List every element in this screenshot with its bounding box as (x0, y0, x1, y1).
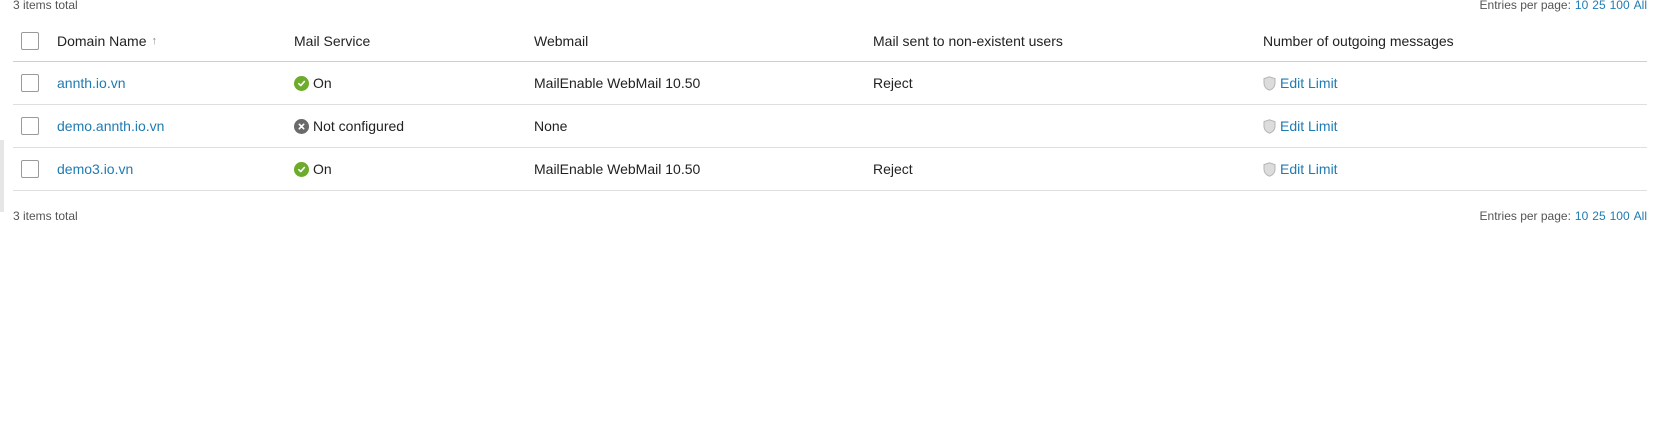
left-edge-handle[interactable] (0, 140, 4, 212)
entries-option-10[interactable]: 10 (1575, 209, 1588, 223)
webmail-value: MailEnable WebMail 10.50 (534, 75, 701, 91)
column-header-mail-service: Mail Service (294, 32, 371, 49)
domain-link[interactable]: demo3.io.vn (57, 161, 133, 177)
edit-limit-link[interactable]: Edit Limit (1263, 105, 1338, 147)
entries-option-25[interactable]: 25 (1592, 0, 1605, 12)
check-circle-icon (294, 161, 309, 177)
check-circle-icon (294, 75, 309, 91)
mail-service-label: On (313, 75, 332, 91)
domain-link[interactable]: demo.annth.io.vn (57, 118, 164, 134)
column-header-webmail: Webmail (534, 32, 589, 49)
row-checkbox[interactable] (21, 117, 39, 135)
row-checkbox[interactable] (21, 160, 39, 178)
entries-per-page: Entries per page: 10 25 100 All (1480, 209, 1647, 223)
domain-link[interactable]: annth.io.vn (57, 75, 126, 91)
x-circle-icon (294, 118, 309, 134)
shield-icon (1263, 75, 1276, 91)
entries-per-page-label: Entries per page: (1479, 209, 1571, 223)
edit-limit-label[interactable]: Edit Limit (1280, 161, 1338, 177)
mail-service-label: On (313, 161, 332, 177)
entries-per-page: Entries per page: 10 25 100 All (1480, 0, 1647, 12)
list-summary-bottom: 3 items total Entries per page: 10 25 10… (13, 208, 1647, 224)
items-total-label: 3 items total (13, 0, 78, 12)
entries-per-page-label: Entries per page: (1479, 0, 1571, 12)
edit-limit-label[interactable]: Edit Limit (1280, 75, 1338, 91)
column-header-nonexistent-users: Mail sent to non-existent users (873, 32, 1063, 49)
row-checkbox[interactable] (21, 74, 39, 92)
table-row: demo3.io.vn On MailEnable WebMail 10.50 … (13, 148, 1647, 191)
entries-option-100[interactable]: 100 (1610, 0, 1630, 12)
mail-service-label: Not configured (313, 118, 405, 134)
domains-table: Domain Name ↑ Mail Service Webmail Mail … (13, 20, 1647, 191)
column-header-domain-label: Domain Name (57, 32, 147, 49)
select-all-checkbox[interactable] (21, 31, 39, 50)
mail-service-status: On (294, 148, 332, 190)
mail-service-status: Not configured (294, 105, 404, 147)
edit-limit-link[interactable]: Edit Limit (1263, 148, 1338, 190)
entries-option-10[interactable]: 10 (1575, 0, 1588, 12)
table-row: demo.annth.io.vn Not configured None Edi… (13, 105, 1647, 148)
webmail-value: None (534, 118, 568, 134)
shield-icon (1263, 161, 1276, 177)
table-row: annth.io.vn On MailEnable WebMail 10.50 … (13, 62, 1647, 105)
entries-option-25[interactable]: 25 (1592, 209, 1605, 223)
table-header-row: Domain Name ↑ Mail Service Webmail Mail … (13, 20, 1647, 62)
list-summary-top: 3 items total Entries per page: 10 25 10… (13, 0, 1647, 13)
sort-ascending-icon: ↑ (151, 34, 157, 47)
entries-option-all[interactable]: All (1634, 0, 1647, 12)
shield-icon (1263, 118, 1276, 134)
mail-settings-page: 3 items total Entries per page: 10 25 10… (0, 0, 1677, 426)
entries-option-100[interactable]: 100 (1610, 209, 1630, 223)
edit-limit-link[interactable]: Edit Limit (1263, 62, 1338, 104)
items-total-label: 3 items total (13, 209, 78, 223)
column-header-domain[interactable]: Domain Name ↑ (57, 20, 157, 61)
webmail-value: MailEnable WebMail 10.50 (534, 161, 701, 177)
nonexistent-users-value: Reject (873, 75, 913, 91)
column-header-outgoing-messages: Number of outgoing messages (1263, 32, 1454, 49)
mail-service-status: On (294, 62, 332, 104)
nonexistent-users-value: Reject (873, 161, 913, 177)
edit-limit-label[interactable]: Edit Limit (1280, 118, 1338, 134)
entries-option-all[interactable]: All (1634, 209, 1647, 223)
